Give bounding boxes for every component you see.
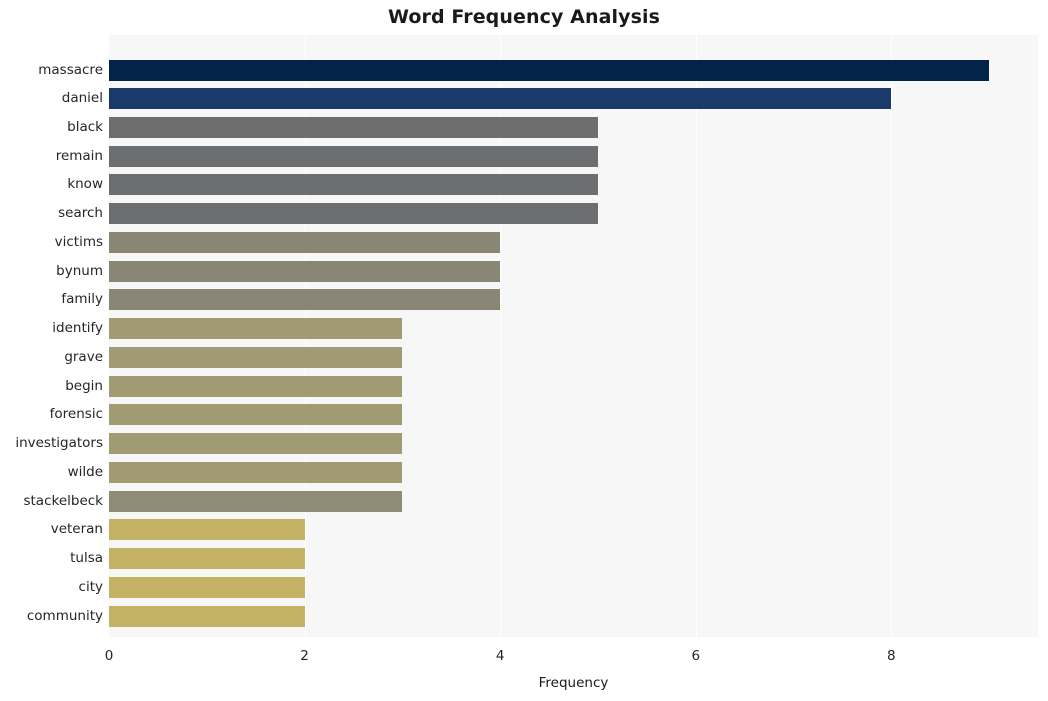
x-axis-tick-label: 4 bbox=[495, 648, 505, 664]
y-axis-tick-label: forensic bbox=[49, 406, 103, 423]
plot-area bbox=[109, 35, 1038, 637]
y-axis-tick-label: community bbox=[26, 607, 103, 624]
y-axis-tick-label: remain bbox=[55, 147, 103, 164]
bar bbox=[109, 203, 598, 225]
y-axis-tick-labels: massacre daniel black remain know search victi… bbox=[0, 35, 103, 637]
y-axis-tick-label: city bbox=[78, 578, 103, 595]
bar bbox=[109, 404, 403, 426]
y-axis-tick-label: identify bbox=[52, 320, 103, 337]
bar bbox=[109, 289, 501, 311]
x-axis-tick-label: 6 bbox=[691, 648, 701, 664]
x-axis-tick-label: 0 bbox=[104, 648, 114, 664]
y-axis-tick-label: begin bbox=[65, 377, 103, 394]
bar bbox=[109, 375, 403, 397]
y-axis-tick-label: grave bbox=[64, 348, 103, 365]
y-axis-tick-label: family bbox=[61, 291, 103, 308]
y-axis-tick-label: wilde bbox=[67, 463, 103, 480]
bar bbox=[109, 88, 892, 110]
y-axis-tick-label: black bbox=[67, 119, 103, 136]
chart-figure: Word Frequency Analysis massacre daniel bl… bbox=[0, 0, 1048, 701]
y-axis-tick-label: massacre bbox=[38, 61, 103, 78]
x-axis-label: Frequency bbox=[538, 675, 609, 691]
bar bbox=[109, 318, 403, 340]
bar bbox=[109, 576, 305, 598]
bar bbox=[109, 548, 305, 570]
bar bbox=[109, 346, 403, 368]
y-axis-tick-label: stackelbeck bbox=[23, 492, 103, 509]
y-axis-tick-label: victims bbox=[54, 233, 103, 250]
y-axis-tick-label: know bbox=[67, 176, 103, 193]
bar bbox=[109, 231, 501, 253]
bar bbox=[109, 145, 598, 167]
bar bbox=[109, 117, 598, 139]
y-axis-tick-label: veteran bbox=[50, 521, 103, 538]
bar bbox=[109, 461, 403, 483]
y-axis-tick-label: tulsa bbox=[70, 550, 103, 567]
bar-series bbox=[109, 35, 1038, 637]
y-axis-tick-label: bynum bbox=[56, 262, 103, 279]
y-axis-tick-label: daniel bbox=[61, 90, 103, 107]
x-axis-tick-label: 2 bbox=[300, 648, 309, 664]
bar bbox=[109, 260, 501, 282]
chart-title: Word Frequency Analysis bbox=[387, 6, 661, 28]
bar bbox=[109, 433, 403, 455]
x-axis-tick-label: 8 bbox=[887, 648, 896, 664]
bar bbox=[109, 519, 305, 541]
y-axis-tick-label: search bbox=[58, 205, 103, 222]
bar bbox=[109, 605, 305, 627]
x-axis-tick-labels: 0 2 4 6 8 bbox=[0, 648, 1048, 666]
bar bbox=[109, 174, 598, 196]
bar bbox=[109, 490, 403, 512]
bar bbox=[109, 59, 990, 81]
y-axis-tick-label: investigators bbox=[15, 435, 103, 452]
